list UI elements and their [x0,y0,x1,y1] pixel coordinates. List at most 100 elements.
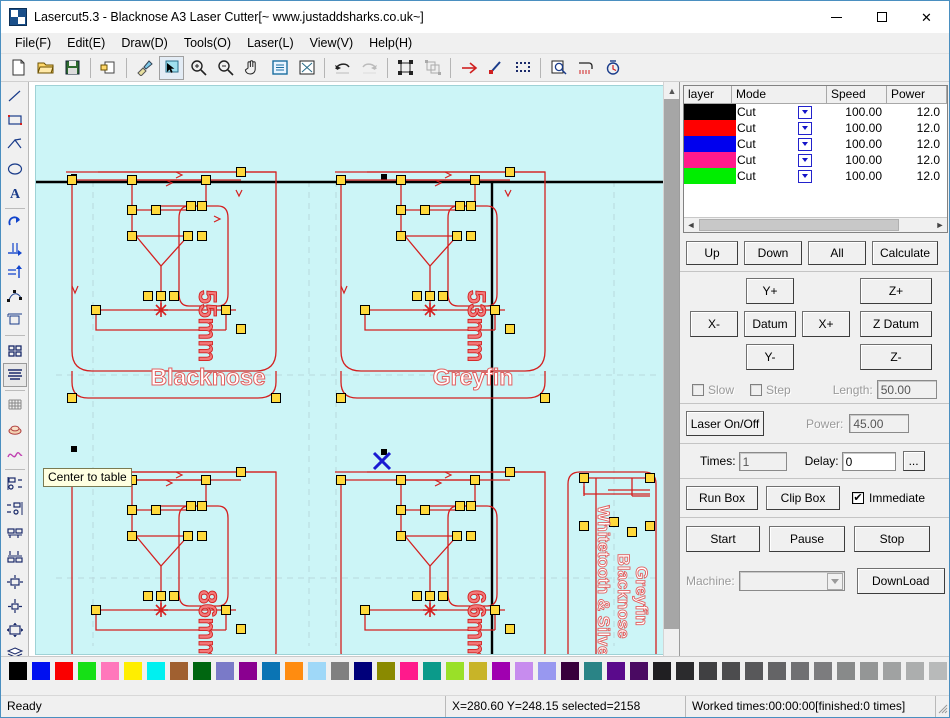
rotate-tool-icon[interactable] [3,212,27,235]
up-button[interactable]: Up [686,241,738,265]
menu-tools[interactable]: Tools(O) [176,34,239,52]
palette-swatch[interactable] [193,661,211,680]
ellipse-tool-icon[interactable] [3,157,27,180]
zoom-in-icon[interactable] [186,56,211,80]
align-text-icon[interactable] [2,363,27,387]
delay-more-button[interactable]: ... [902,451,925,471]
immediate-checkbox[interactable]: ✔ [852,492,864,504]
table-row[interactable]: Cut 100.00 12.0 [684,168,947,184]
layer-color-swatch[interactable] [684,136,736,152]
select-region-icon[interactable] [159,55,184,80]
mode-dropdown-button[interactable] [782,136,828,152]
start-button[interactable]: Start [686,526,760,552]
align-left-icon[interactable] [3,473,27,496]
palette-swatch[interactable] [653,661,671,680]
design-canvas[interactable]: 55mm Blacknose 53mm Greyfin 86mm 66mm Gr… [35,85,676,655]
palette-swatch[interactable] [538,661,556,680]
palette-swatch[interactable] [9,661,27,680]
jog-z-minus-button[interactable]: Z- [860,344,932,370]
layer-color-swatch[interactable] [684,120,736,136]
layer-color-swatch[interactable] [684,104,736,120]
palette-swatch[interactable] [331,661,349,680]
palette-swatch[interactable] [860,661,878,680]
center-to-table-icon[interactable] [3,618,27,641]
close-button[interactable]: ✕ [904,1,949,33]
menu-draw[interactable]: Draw(D) [113,34,176,52]
canvas-scroll-thumb[interactable] [664,99,679,629]
clip-box-button[interactable]: Clip Box [766,486,840,510]
undo-icon[interactable] [330,56,355,80]
estimate-time-icon[interactable] [600,56,625,80]
palette-swatch[interactable] [699,661,717,680]
palette-swatch[interactable] [607,661,625,680]
all-button[interactable]: All [808,241,866,265]
palette-swatch[interactable] [354,661,372,680]
line-tool-icon[interactable] [3,84,27,107]
node-edit-tool-icon[interactable] [3,284,27,307]
new-file-icon[interactable] [6,56,31,80]
mode-dropdown-button[interactable] [782,104,828,120]
mode-dropdown-button[interactable] [782,120,828,136]
length-input[interactable]: 50.00 [876,380,937,399]
mirror-horizontal-icon[interactable] [3,236,27,259]
down-button[interactable]: Down [744,241,802,265]
align-right-icon[interactable] [3,497,27,520]
laser-on-off-button[interactable]: Laser On/Off [686,411,764,436]
menu-laser[interactable]: Laser(L) [239,34,302,52]
palette-swatch[interactable] [630,661,648,680]
group-icon[interactable] [393,56,418,80]
palette-swatch[interactable] [423,661,441,680]
stop-button[interactable]: Stop [854,526,930,552]
import-icon[interactable] [96,56,121,80]
palette-swatch[interactable] [791,661,809,680]
pause-button[interactable]: Pause [769,526,845,552]
polyline-tool-icon[interactable] [3,133,27,156]
download-button[interactable]: DownLoad [856,568,945,594]
open-file-icon[interactable] [33,56,58,80]
table-row[interactable]: Cut 100.00 12.0 [684,136,947,152]
nest-parts-icon[interactable] [3,418,27,441]
jog-x-plus-button[interactable]: X+ [802,311,850,337]
palette-swatch[interactable] [239,661,257,680]
node-edit-icon[interactable] [483,56,508,80]
palette-swatch[interactable] [170,661,188,680]
palette-swatch[interactable] [216,661,234,680]
table-row[interactable]: Cut 100.00 12.0 [684,152,947,168]
palette-swatch[interactable] [377,661,395,680]
layer-color-swatch[interactable] [684,152,736,168]
palette-swatch[interactable] [262,661,280,680]
zoom-fit-icon[interactable] [294,56,319,80]
palette-swatch[interactable] [308,661,326,680]
rectangle-tool-icon[interactable] [3,108,27,131]
palette-swatch[interactable] [676,661,694,680]
delay-input[interactable]: 0 [841,451,896,471]
minimize-button[interactable] [814,1,859,33]
step-checkbox[interactable] [750,383,763,396]
arrow-right-icon[interactable] [456,56,481,80]
palette-swatch[interactable] [400,661,418,680]
text-tool-icon[interactable]: A [3,181,27,204]
preview-icon[interactable] [546,56,571,80]
palette-swatch[interactable] [837,661,855,680]
array-copy-icon[interactable] [3,339,27,362]
palette-swatch[interactable] [722,661,740,680]
menu-edit[interactable]: Edit(E) [59,34,113,52]
palette-swatch[interactable] [124,661,142,680]
layer-table[interactable]: layer Mode Speed Power Cut 100.00 12.0 C… [683,85,948,233]
palette-swatch[interactable] [446,661,464,680]
jog-y-minus-button[interactable]: Y- [746,344,794,370]
palette-swatch[interactable] [906,661,924,680]
mode-dropdown-button[interactable] [782,168,828,184]
maximize-button[interactable] [859,1,904,33]
palette-swatch[interactable] [584,661,602,680]
palette-swatch[interactable] [883,661,901,680]
run-box-button[interactable]: Run Box [686,486,758,510]
align-center-horizontal-icon[interactable] [3,594,27,617]
align-top-icon[interactable] [3,521,27,544]
scroll-up-arrow-icon[interactable]: ▲ [664,82,679,99]
jog-x-minus-button[interactable]: X- [690,311,738,337]
palette-swatch[interactable] [515,661,533,680]
palette-swatch[interactable] [492,661,510,680]
times-input[interactable]: 1 [738,451,787,471]
zoom-page-icon[interactable] [267,56,292,80]
